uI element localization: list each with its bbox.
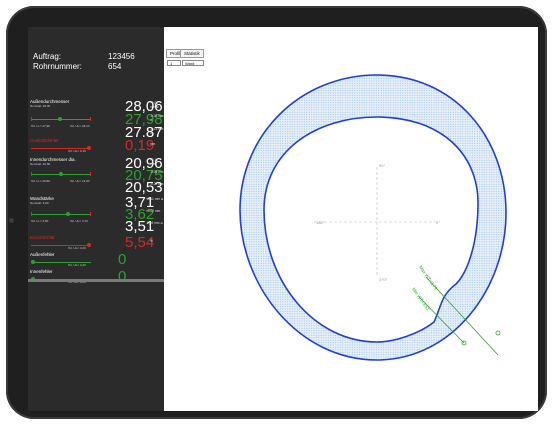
pipe-value: 654 [108,62,122,71]
max-wt-label: Max WT=3,71 [418,265,439,291]
angle-left: 180° [316,220,325,225]
outer-diameter-avg-unit: -0,02 mm ⊘ [150,114,164,122]
wall-thickness-bar [31,212,91,216]
ovality-title: Ovalitätsfehler [30,138,59,143]
eccentricity-unit: % [150,239,153,243]
wall-thickness-avg-unit: +0,02 mm [146,209,161,213]
wall-thickness-min-unit: -0,09 mm ⊖ [146,221,164,225]
angle-bottom: 270° [379,277,388,282]
inner-diameter-section: Innendurchmesser dia. Nominal: 20,80 Tol… [28,156,164,195]
wall-thickness-tol-high: Tol. UL= 3,70 [70,219,88,223]
outer-diameter-max-unit: +0,06 mm ⊕ [150,101,159,109]
header-info: Auftrag: 123456 Rohrnummer: 654 [28,27,164,89]
pipe-label: Rohrnummer: [33,62,82,71]
inner-diameter-max-unit: +0,16 mm [150,158,159,166]
wall-thickness-tol-low: Tol. LL= 3,50 [31,219,49,223]
max-wt-marker [495,330,501,336]
angle-right: 0° [436,220,440,225]
wall-thickness-max-unit: +0,11 mm ⊕ [146,197,164,201]
outer-defects-tol: Tol. UL= 3,20 [68,263,86,267]
wall-thickness-nominal: Nominal: 3,60 [30,201,49,205]
inner-defects-title: Innenfehler [30,269,53,274]
inner-diameter-avg-unit: -0,05 mm [150,170,164,174]
ovality-section: Ovalitätsfehler Tol. UL= 0,15 0,19 mm [28,137,164,153]
inner-diameter-bar [31,172,91,176]
outer-diameter-section: Außendurchmesser Nominal: 28,00 Tol. LL=… [28,98,164,140]
outer-diameter-nominal: Nominal: 28,00 [30,104,51,108]
outer-diameter-tol-low: Tol. LL= 27,90 [31,124,50,128]
min-wt-label: Min WT=3,51 [411,287,431,312]
outer-diameter-marker [58,117,62,121]
panel-divider [28,279,164,282]
eccentricity-section: Exzentrizität Tol. UL= 3,20 5,54 % [28,234,164,250]
tablet-frame: Auftrag: 123456 Rohrnummer: 654 Außendur… [6,6,547,419]
ovality-tol: Tol. UL= 0,15 [68,149,86,153]
inner-diameter-tol-high: Tol. UL= 21,00 [70,179,90,183]
inner-diameter-min-unit: -0,27 mm [150,182,164,186]
eccentricity-title: Exzentrizität [30,235,55,240]
wall-thickness-marker [66,212,70,216]
order-value: 123456 [108,52,135,61]
measurement-panel: Auftrag: 123456 Rohrnummer: 654 Außendur… [28,27,164,411]
inner-diameter-tol-low: Tol. LL= 20,60 [31,179,50,183]
outer-defects-section: Außenfehler Tol. UL= 3,20 0 [28,251,164,267]
screen: Auftrag: 123456 Rohrnummer: 654 Außendur… [28,27,538,411]
outer-diameter-bar [31,117,91,121]
wall-thickness-section: Wandstärke Nominal: 3,60 Tol. LL= 3,50 T… [28,195,164,234]
ovality-unit: mm [150,142,156,146]
eccentricity-tol: Tol. UL= 3,20 [68,246,86,250]
inner-diameter-marker [59,172,63,176]
camera-dot [9,218,14,223]
outer-defects-title: Außenfehler [30,252,55,257]
outer-diameter-min-unit: -0,13 mm ⊖ [150,127,164,135]
angle-top: 90° [379,163,385,168]
order-label: Auftrag: [33,52,62,61]
outer-diameter-tol-high: Tol. UL= 28,10 [70,124,90,128]
outer-defects-value: 0 [118,251,127,268]
inner-diameter-nominal: Nominal: 20,80 [30,162,51,166]
pipe-cross-section: 90° 180° 0° 270° Max WT=3,71 Min WT=3,51 [239,74,507,361]
profile-view: Profil Statistik 1 Ward 90° 180° 0° 270°… [164,27,538,411]
